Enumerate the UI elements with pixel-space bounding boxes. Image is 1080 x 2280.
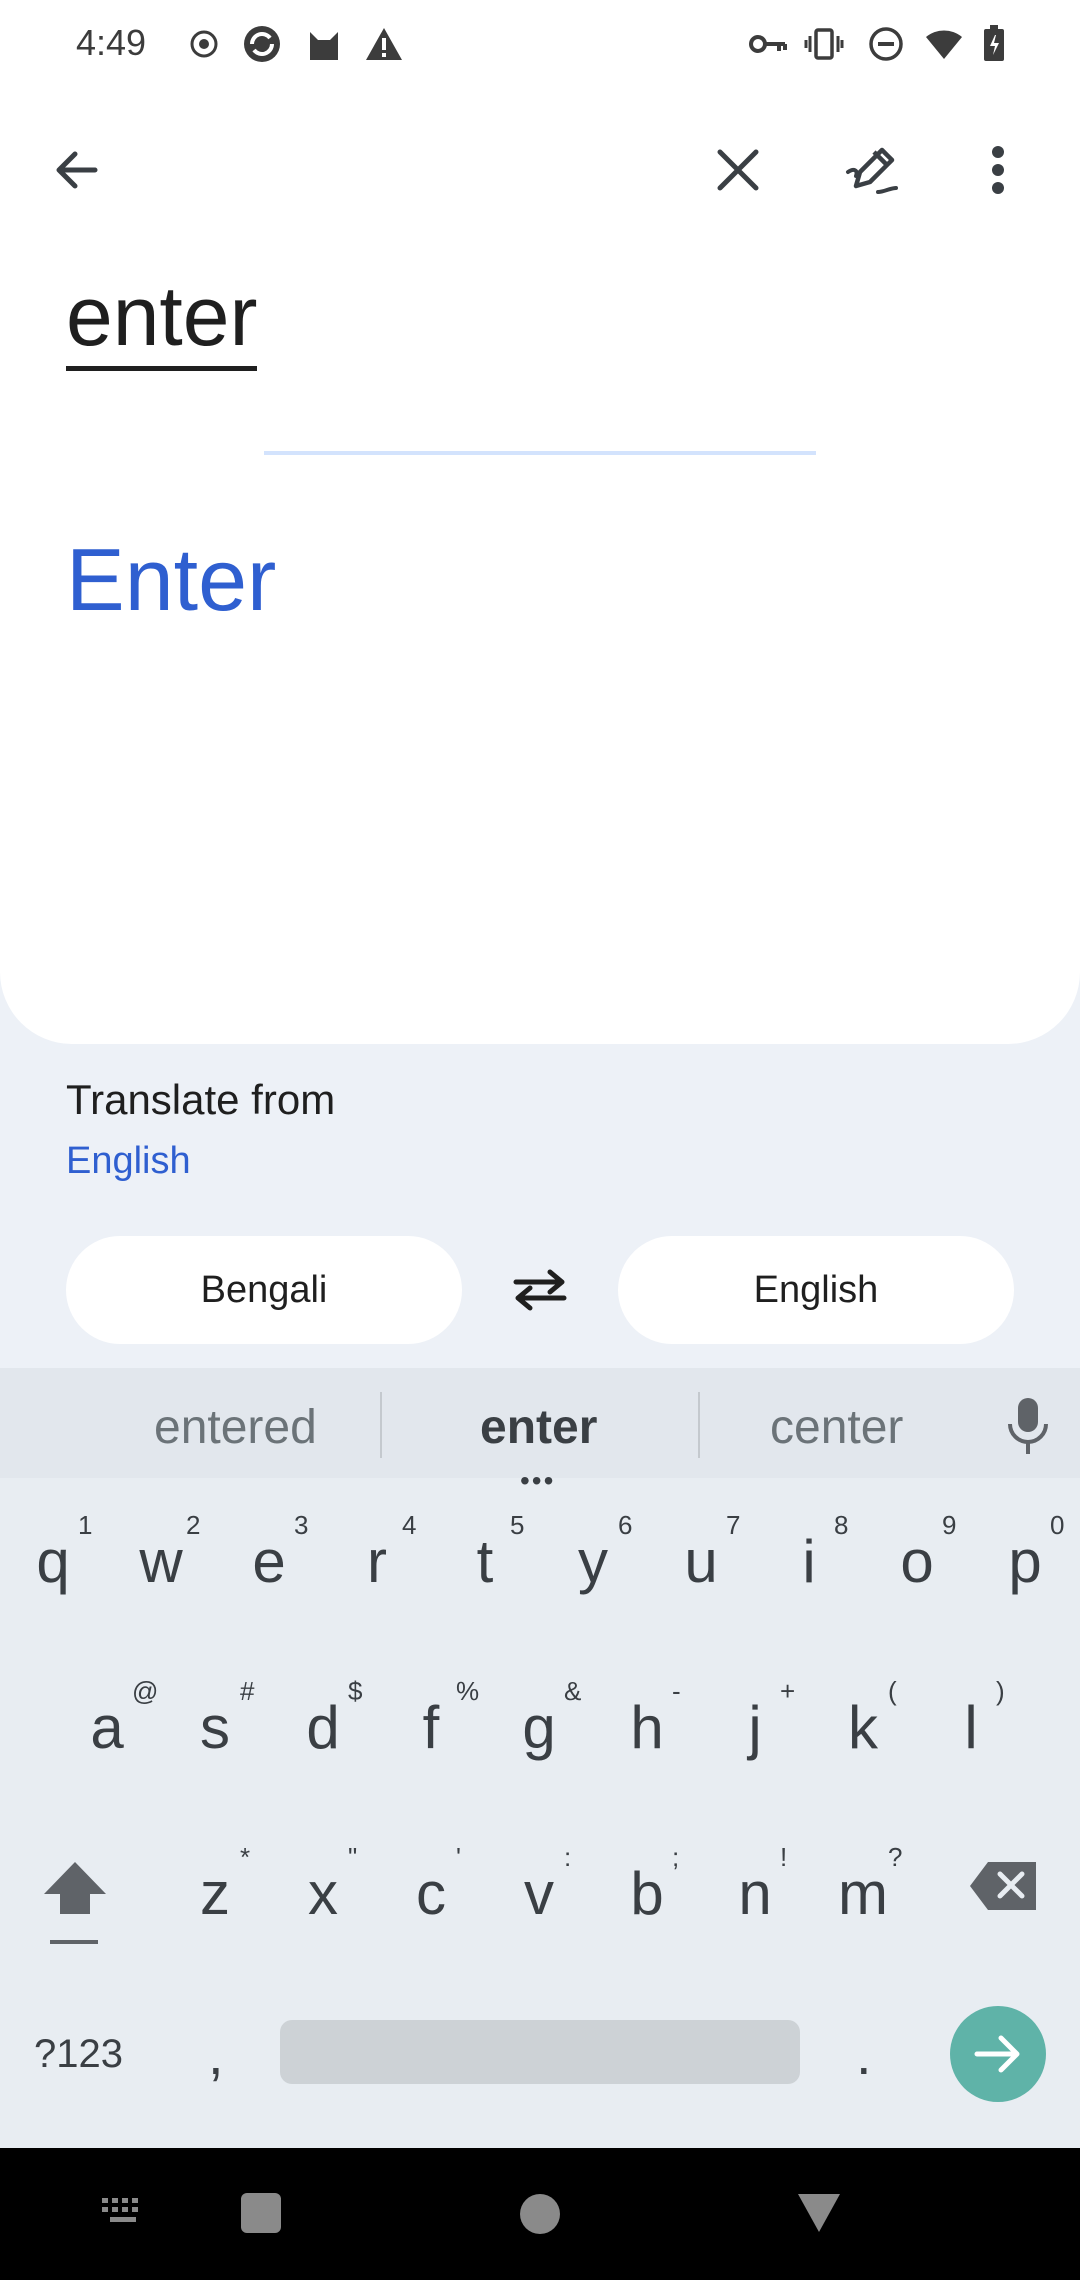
key-hint: ; <box>672 1842 680 1872</box>
keyboard-switch-button[interactable] <box>100 2196 146 2231</box>
suggestion-1[interactable]: entered <box>154 1400 317 1455</box>
enter-key[interactable] <box>950 2006 1046 2102</box>
key-hint: " <box>348 1842 358 1872</box>
recents-button[interactable] <box>240 2192 282 2239</box>
key-hint: - <box>672 1676 681 1706</box>
more-options-button[interactable] <box>958 130 1038 210</box>
detected-language-link[interactable]: English <box>66 1140 191 1183</box>
vpn-key-icon <box>748 24 788 64</box>
key-hint: 4 <box>402 1510 417 1540</box>
swap-icon <box>513 1269 567 1311</box>
key-hint: ' <box>456 1842 461 1872</box>
vibrate-icon <box>804 24 844 64</box>
key-hint: & <box>564 1676 582 1706</box>
source-language-button[interactable]: Bengali <box>66 1236 462 1344</box>
battery-charging-icon <box>974 24 1014 64</box>
suggestion-divider <box>698 1392 700 1458</box>
key-hint: + <box>780 1676 796 1706</box>
microphone-button[interactable] <box>1004 1396 1052 1461</box>
key-hint: ( <box>888 1676 897 1706</box>
clear-text-button[interactable] <box>698 130 778 210</box>
key-hint: 0 <box>1050 1510 1065 1540</box>
suggestion-3[interactable]: center <box>770 1400 903 1455</box>
backspace-key[interactable] <box>968 1860 1040 1917</box>
comma-key[interactable]: , <box>208 2022 224 2087</box>
triangle-down-icon <box>798 2194 840 2232</box>
microphone-icon <box>1008 1398 1048 1454</box>
arrow-right-icon <box>974 2035 1020 2073</box>
key-hint: 2 <box>186 1510 201 1540</box>
key-hint: @ <box>132 1676 159 1706</box>
key-hint: 9 <box>942 1510 957 1540</box>
sync-app-icon <box>242 24 282 64</box>
warning-icon <box>364 24 404 64</box>
symbols-key[interactable]: ?123 <box>34 2032 123 2077</box>
close-icon <box>717 149 759 191</box>
key-hint: 6 <box>618 1510 633 1540</box>
source-text-input[interactable]: enter <box>66 270 258 371</box>
key-hint: 7 <box>726 1510 741 1540</box>
status-bar <box>0 0 1080 88</box>
suggestion-divider <box>380 1392 382 1458</box>
circle-icon <box>520 2194 560 2234</box>
back-button[interactable] <box>36 130 116 210</box>
record-icon <box>184 24 224 64</box>
back-nav-button[interactable] <box>796 2192 842 2239</box>
key-hint: : <box>564 1842 572 1872</box>
handwriting-button[interactable] <box>832 130 912 210</box>
handwriting-pen-icon <box>846 147 898 194</box>
do-not-disturb-icon <box>866 24 906 64</box>
swap-languages-button[interactable] <box>500 1250 580 1330</box>
space-bar[interactable] <box>280 2020 800 2084</box>
key-hint: * <box>240 1842 251 1872</box>
key-hint: 5 <box>510 1510 525 1540</box>
backspace-icon <box>970 1862 1036 1910</box>
key-hint: 1 <box>78 1510 93 1540</box>
translation-result: Enter <box>66 530 277 629</box>
arrow-left-icon <box>56 151 98 189</box>
key-hint: 8 <box>834 1510 849 1540</box>
key-hint: % <box>456 1676 480 1706</box>
home-button[interactable] <box>518 2192 562 2241</box>
key-hint: $ <box>348 1676 363 1706</box>
suggestion-2[interactable]: enter <box>480 1400 597 1455</box>
period-key[interactable]: . <box>856 2022 872 2087</box>
status-time: 4:49 <box>76 22 147 63</box>
wifi-icon <box>924 24 964 64</box>
key-hint: 3 <box>294 1510 309 1540</box>
more-vert-icon <box>992 146 1004 194</box>
translate-from-label: Translate from <box>66 1076 336 1123</box>
more-suggestions-icon[interactable]: ••• <box>520 1465 555 1497</box>
key-hint: # <box>240 1676 255 1706</box>
key-c[interactable]: c <box>386 1838 476 1948</box>
cat-app-icon <box>304 24 344 64</box>
keyboard-icon <box>102 2198 138 2222</box>
square-icon <box>241 2193 281 2233</box>
loading-divider <box>264 451 816 455</box>
shift-icon <box>44 1862 106 1944</box>
key-hint: ) <box>996 1676 1005 1706</box>
key-hint: ! <box>780 1842 788 1872</box>
shift-key[interactable] <box>40 1858 110 1953</box>
target-language-button[interactable]: English <box>618 1236 1014 1344</box>
key-hint: ? <box>888 1842 903 1872</box>
